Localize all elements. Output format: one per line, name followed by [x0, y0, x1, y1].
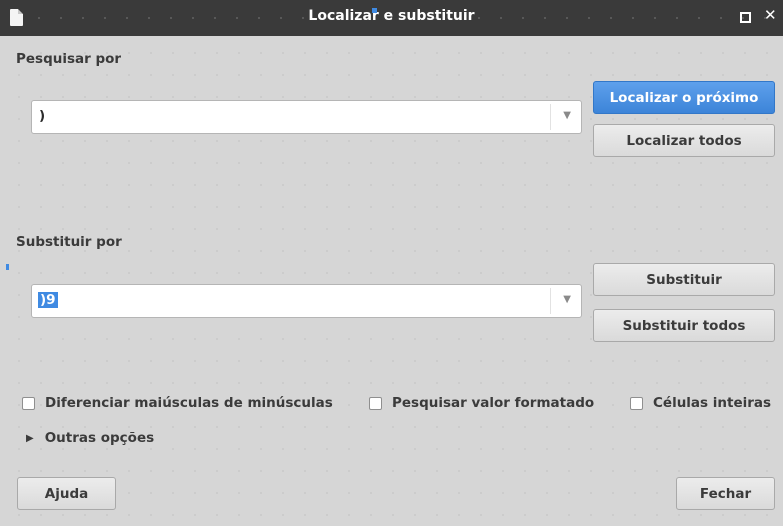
other-options-expander[interactable]: ▶ Outras opções — [26, 430, 154, 446]
resize-handle-top[interactable] — [372, 8, 377, 13]
replace-input[interactable]: )9 — [38, 292, 58, 308]
search-input[interactable]: ) — [39, 108, 45, 124]
dialog-content: Pesquisar por ) ▼ Localizar o próximo Lo… — [0, 36, 783, 526]
entire-cells-checkbox[interactable]: Células inteiras — [630, 395, 771, 411]
combo-separator — [550, 288, 551, 314]
checkbox-icon[interactable] — [369, 396, 382, 410]
dropdown-arrow-icon[interactable]: ▼ — [563, 110, 571, 121]
search-combobox[interactable]: ) ▼ — [31, 100, 582, 134]
find-next-button[interactable]: Localizar o próximo — [593, 81, 775, 114]
titlebar[interactable]: Localizar e substituir ✕ — [0, 0, 783, 36]
other-options-label: Outras opções — [44, 430, 155, 446]
match-case-checkbox[interactable]: Diferenciar maiúsculas de minúsculas — [22, 395, 333, 411]
replace-all-button[interactable]: Substituir todos — [593, 309, 775, 342]
window-title: Localizar e substituir — [308, 8, 475, 24]
checkbox-icon[interactable] — [22, 396, 35, 410]
formatted-value-checkbox[interactable]: Pesquisar valor formatado — [369, 395, 594, 411]
dropdown-arrow-icon[interactable]: ▼ — [563, 294, 571, 305]
help-button[interactable]: Ajuda — [17, 477, 116, 510]
close-button[interactable]: Fechar — [676, 477, 775, 510]
maximize-icon[interactable] — [740, 12, 751, 23]
close-icon[interactable]: ✕ — [764, 6, 777, 24]
replace-combobox[interactable]: )9 ▼ — [31, 284, 582, 318]
replace-label: Substituir por — [16, 234, 122, 250]
entire-cells-label: Células inteiras — [653, 395, 772, 411]
combo-separator — [550, 104, 551, 130]
match-case-label: Diferenciar maiúsculas de minúsculas — [45, 395, 333, 411]
replace-button[interactable]: Substituir — [593, 263, 775, 296]
formatted-value-label: Pesquisar valor formatado — [392, 395, 595, 411]
checkbox-icon[interactable] — [630, 396, 643, 410]
expander-triangle-icon[interactable]: ▶ — [26, 433, 34, 444]
search-label: Pesquisar por — [16, 51, 122, 67]
find-all-button[interactable]: Localizar todos — [593, 124, 775, 157]
